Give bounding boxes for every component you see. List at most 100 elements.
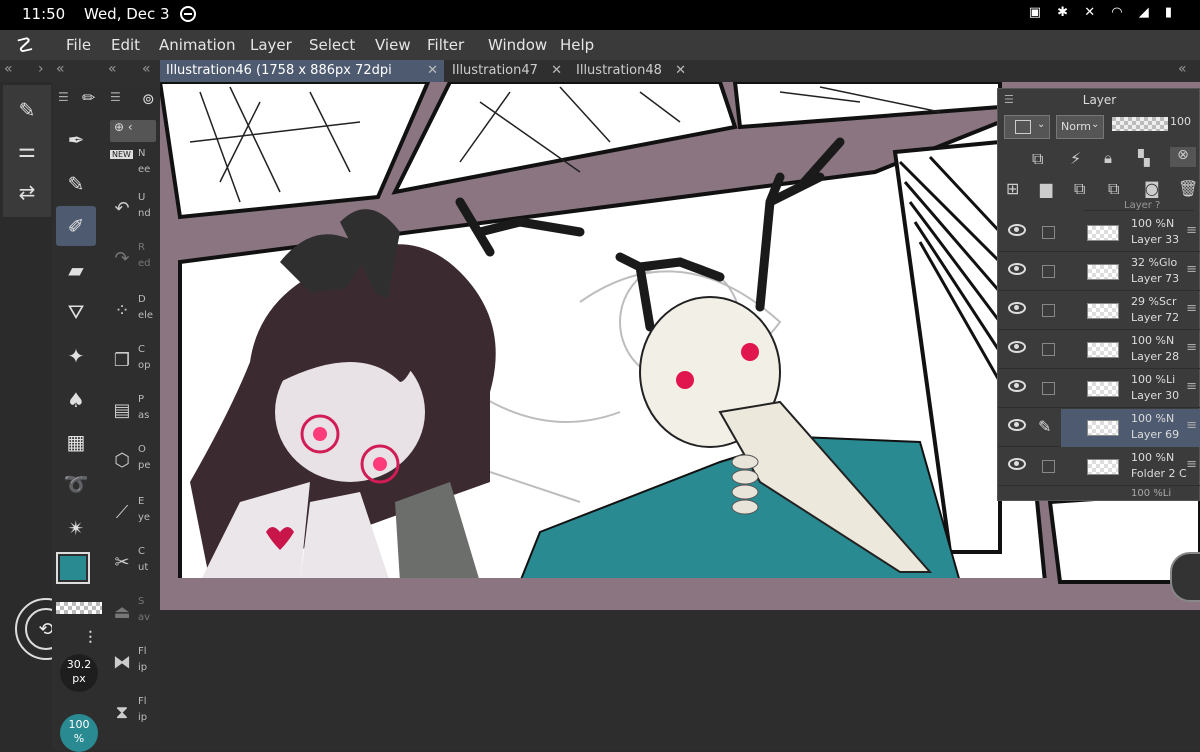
adjust-sliders-icon[interactable]: ⚌ bbox=[7, 130, 47, 170]
tab-illustration48[interactable]: Illustration48 ✕ bbox=[570, 60, 692, 82]
layer-menu-icon[interactable]: ≡ bbox=[1186, 301, 1197, 316]
layer-checkbox[interactable] bbox=[1042, 226, 1055, 239]
sub-tool-undo[interactable]: ↶ U nd bbox=[108, 188, 160, 238]
menu-edit[interactable]: Edit bbox=[111, 36, 140, 54]
layer-menu-icon[interactable]: ≡ bbox=[1186, 262, 1197, 277]
new-folder-icon[interactable]: ▆ bbox=[1040, 179, 1052, 198]
menu-window[interactable]: Window bbox=[488, 36, 547, 54]
layer-row[interactable]: 100 %N Layer 33 ≡ bbox=[998, 214, 1200, 252]
eye-icon[interactable] bbox=[1008, 419, 1026, 431]
new-layer-icon[interactable]: ⊞ bbox=[1006, 179, 1019, 198]
app-logo-icon[interactable]: ☡ bbox=[16, 33, 34, 57]
swap-icon[interactable]: ⇄ bbox=[7, 172, 47, 212]
trash-icon[interactable]: 🗑︎ bbox=[1178, 179, 1198, 198]
tab-illustration46[interactable]: Illustration46 (1758 x 886px 72dpi 195.6… bbox=[160, 60, 444, 100]
lock-transparency-icon[interactable]: ▚ bbox=[1138, 149, 1150, 167]
brush-opacity-indicator[interactable]: 100 % bbox=[60, 714, 98, 752]
layer-menu-icon[interactable]: ≡ bbox=[1186, 457, 1197, 472]
layer-row[interactable]: 100 %N Layer 28 ≡ bbox=[998, 331, 1200, 369]
layer-menu-icon[interactable]: ≡ bbox=[1186, 379, 1197, 394]
pen-icon[interactable]: ✒ bbox=[56, 120, 96, 160]
sub-tool-item[interactable]: NEW N ee bbox=[108, 144, 160, 194]
sparkle-icon[interactable]: ✦ bbox=[56, 336, 96, 376]
merge-down-icon[interactable]: ⧉ bbox=[1108, 179, 1119, 199]
eye-icon[interactable] bbox=[1008, 224, 1026, 236]
layer-row-body[interactable]: 29 %Scr Layer 72 ≡ bbox=[1061, 292, 1200, 330]
eraser-icon[interactable]: ▰ bbox=[56, 250, 96, 290]
expand-panel-icon[interactable]: « bbox=[1178, 61, 1187, 77]
tab-illustration47[interactable]: Illustration47 ✕ bbox=[446, 60, 568, 82]
eye-icon[interactable] bbox=[1008, 341, 1026, 353]
brush-size-indicator[interactable]: 30.2 px bbox=[60, 654, 98, 692]
layer-row-body[interactable]: 32 %Glo Layer 73 ≡ bbox=[1061, 253, 1200, 291]
lock-icon[interactable]: 🔒︎ bbox=[1104, 149, 1112, 167]
eye-icon[interactable] bbox=[1008, 263, 1026, 275]
layer-checkbox[interactable] bbox=[1042, 343, 1055, 356]
main-color-swatch[interactable] bbox=[56, 552, 90, 584]
sub-tool-paste[interactable]: ▤ P as bbox=[108, 390, 160, 440]
layer-row[interactable]: 32 %Glo Layer 73 ≡ bbox=[998, 253, 1200, 291]
sub-tool-delete[interactable]: ⁘ D ele bbox=[108, 290, 160, 340]
layer-row-selected[interactable]: ✎ 100 %N Layer 69 ≡ bbox=[998, 409, 1200, 447]
blend-mode-dropdown[interactable]: Norm ⌄ bbox=[1056, 115, 1104, 139]
layer-checkbox[interactable] bbox=[1042, 460, 1055, 473]
tool-property-icon[interactable]: ✎ bbox=[7, 90, 47, 130]
menu-icon[interactable]: ☰ bbox=[110, 90, 121, 104]
collapse-left-icon[interactable]: « bbox=[56, 61, 65, 77]
menu-filter[interactable]: Filter bbox=[427, 36, 464, 54]
collapse-left-icon[interactable]: « bbox=[142, 61, 151, 77]
layer-row[interactable]: 100 %N Folder 2 C ≡ bbox=[998, 448, 1200, 486]
close-icon[interactable]: ✕ bbox=[427, 60, 438, 82]
menu-animation[interactable]: Animation bbox=[159, 36, 235, 54]
close-icon[interactable]: ✕ bbox=[675, 60, 686, 82]
menu-help[interactable]: Help bbox=[560, 36, 594, 54]
fill-bucket-icon[interactable]: ⛛ bbox=[56, 292, 96, 332]
menu-select[interactable]: Select bbox=[309, 36, 355, 54]
sub-tool-cut[interactable]: ✂ C ut bbox=[108, 542, 160, 592]
mask-icon[interactable]: ⊗ bbox=[1170, 147, 1196, 167]
layer-color-dropdown[interactable]: ⌄ bbox=[1004, 115, 1050, 139]
sub-tool-eyedropper[interactable]: ⟋ E ye bbox=[108, 492, 160, 542]
close-icon[interactable]: ✕ bbox=[551, 60, 562, 82]
eye-icon[interactable] bbox=[1008, 458, 1026, 470]
layer-row-body[interactable]: 100 %N Folder 2 C ≡ bbox=[1061, 448, 1200, 486]
menu-icon[interactable]: ☰ bbox=[58, 90, 69, 104]
lasso-icon[interactable]: ➰ bbox=[56, 464, 96, 504]
marker-icon[interactable]: ✐ bbox=[56, 206, 96, 246]
sub-tool-open[interactable]: ⬡ O pe bbox=[108, 440, 160, 490]
layer-checkbox[interactable] bbox=[1042, 382, 1055, 395]
transparent-color-swatch[interactable] bbox=[56, 602, 102, 614]
layer-checkbox[interactable] bbox=[1042, 304, 1055, 317]
layer-menu-icon[interactable]: ≡ bbox=[1186, 340, 1197, 355]
duplicate-layer-icon[interactable]: ⧉ bbox=[1074, 179, 1085, 199]
sub-tool-search-button[interactable]: ⊕ ‹ bbox=[110, 120, 156, 142]
layer-row-body[interactable]: 100 %N Layer 28 ≡ bbox=[1061, 331, 1200, 369]
layer-mask-icon[interactable]: ◙ bbox=[1144, 179, 1160, 198]
layer-row-partial[interactable]: Layer ? bbox=[1084, 201, 1194, 211]
layer-menu-icon[interactable]: ≡ bbox=[1186, 418, 1197, 433]
opacity-value[interactable]: 100 bbox=[1170, 115, 1191, 128]
collapse-left-icon[interactable]: « bbox=[108, 61, 117, 77]
collapse-left-icon[interactable]: « bbox=[4, 61, 13, 77]
grid-frame-icon[interactable]: ▦ bbox=[56, 422, 96, 462]
layer-row[interactable]: 100 %Li Layer 30 ≡ bbox=[998, 370, 1200, 408]
pencil-icon[interactable]: ✎ bbox=[56, 164, 96, 204]
menu-view[interactable]: View bbox=[375, 36, 411, 54]
eye-icon[interactable] bbox=[1008, 380, 1026, 392]
menu-file[interactable]: File bbox=[66, 36, 91, 54]
sub-tool-flip-horizontal[interactable]: ⧓ Fl ip bbox=[108, 642, 160, 692]
layer-row[interactable]: 29 %Scr Layer 72 ≡ bbox=[998, 292, 1200, 330]
layer-row-body[interactable]: 100 %N Layer 69 ≡ bbox=[1061, 409, 1200, 447]
clip-icon[interactable]: ⧉ bbox=[1032, 149, 1043, 169]
opacity-slider[interactable] bbox=[1112, 117, 1168, 131]
expand-right-icon[interactable]: › bbox=[38, 61, 44, 77]
star-burst-icon[interactable]: ✴ bbox=[56, 508, 96, 548]
reference-icon[interactable]: ⚡ bbox=[1070, 149, 1081, 168]
right-edge-handle[interactable] bbox=[1170, 552, 1200, 602]
layer-menu-icon[interactable]: ≡ bbox=[1186, 223, 1197, 238]
sub-tool-flip-vertical[interactable]: ⧗ Fl ip bbox=[108, 692, 160, 742]
sub-tool-save[interactable]: ⏏ S av bbox=[108, 592, 160, 642]
brush-icon[interactable]: ✏ bbox=[82, 88, 95, 107]
sliders-icon[interactable]: ⫶ bbox=[88, 628, 93, 649]
blend-drops-icon[interactable]: ♠ bbox=[56, 380, 96, 420]
